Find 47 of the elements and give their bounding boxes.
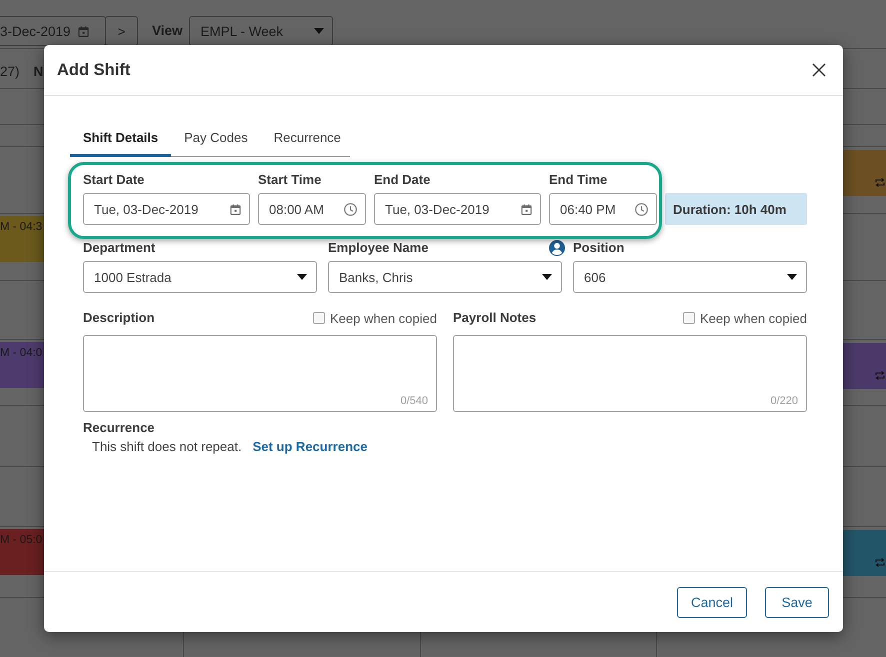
field-label: Payroll Notes xyxy=(453,310,536,326)
field-label: Start Time xyxy=(258,172,322,188)
checkbox[interactable] xyxy=(313,312,326,324)
footer-button[interactable]: Cancel xyxy=(676,586,747,618)
field-label: Description xyxy=(83,310,155,326)
checkbox-label: Keep when copied xyxy=(330,310,437,326)
recurrence-summary: This shift does not repeat. xyxy=(92,438,242,456)
section-label: Recurrence xyxy=(83,420,155,436)
close-button[interactable] xyxy=(812,63,826,77)
field-label: End Time xyxy=(549,172,608,188)
dropdown[interactable]: 1000 Estrada xyxy=(83,261,317,293)
dialog-title: Add Shift xyxy=(57,60,130,80)
close-icon xyxy=(812,63,826,77)
time-field[interactable]: 08:00 AM xyxy=(258,193,366,225)
tab[interactable]: Shift Details xyxy=(70,122,172,157)
dropdown[interactable]: Banks, Chris xyxy=(328,261,562,293)
column-header: 27) xyxy=(0,64,20,79)
clock-icon[interactable] xyxy=(635,202,648,216)
clock-icon[interactable] xyxy=(344,202,357,216)
character-count: 0/220 xyxy=(770,395,798,407)
caret-icon xyxy=(787,274,797,280)
footer-button[interactable]: Save xyxy=(765,586,829,618)
field-label: Start Date xyxy=(83,172,144,188)
checkbox-label: Keep when copied xyxy=(700,310,807,326)
field-label: Employee Name xyxy=(328,240,428,256)
caret-icon xyxy=(542,274,552,280)
field-label: Position xyxy=(573,240,624,256)
duration-display: Duration: 10h 40m xyxy=(665,193,807,225)
checkbox[interactable] xyxy=(683,312,696,324)
character-count: 0/540 xyxy=(400,395,428,407)
field-label: Department xyxy=(83,240,156,256)
tab[interactable]: Recurrence xyxy=(260,122,354,157)
column-header: N xyxy=(34,64,44,79)
caret-icon xyxy=(314,28,324,34)
caret-icon xyxy=(297,274,307,280)
tab[interactable]: Pay Codes xyxy=(171,122,261,157)
person-icon[interactable] xyxy=(549,240,565,256)
field-label: End Date xyxy=(374,172,430,188)
calendar-icon[interactable] xyxy=(230,204,241,214)
calendar-icon[interactable] xyxy=(521,204,532,214)
view-label: View xyxy=(152,23,183,38)
date-field[interactable]: Tue, 03-Dec-2019 xyxy=(374,193,541,225)
dropdown[interactable]: 606 xyxy=(573,261,807,293)
calendar-icon[interactable] xyxy=(78,26,89,36)
time-field[interactable]: 06:40 PM xyxy=(549,193,657,225)
setup-recurrence-link[interactable]: Set up Recurrence xyxy=(252,438,368,456)
date-field[interactable]: Tue, 03-Dec-2019 xyxy=(83,193,250,225)
